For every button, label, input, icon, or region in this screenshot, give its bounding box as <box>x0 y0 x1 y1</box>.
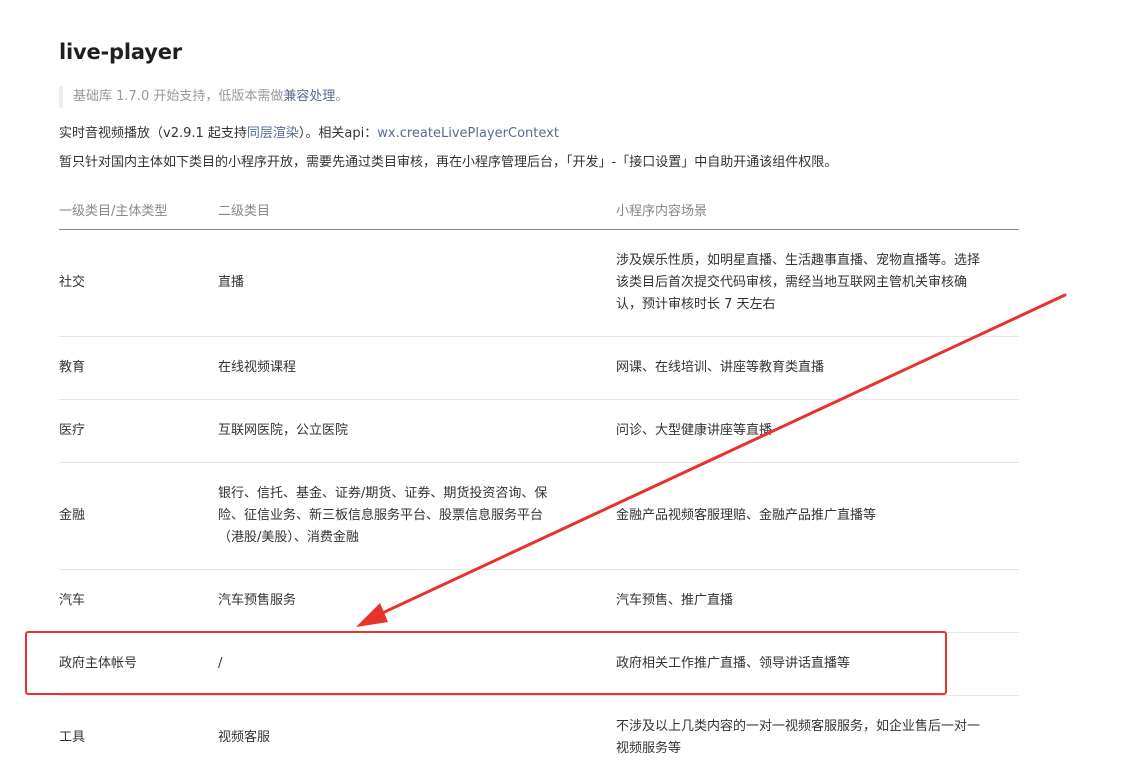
cell-level1: 汽车 <box>59 593 86 608</box>
desc1-middle: ）。相关api： <box>298 126 378 141</box>
table-row: 汽车 汽车预售服务 汽车预售、推广直播 <box>59 570 1019 633</box>
cell-level2-line: 险、征信业务、新三板信息服务平台、股票信息服务平台 <box>218 508 544 523</box>
cell-level1: 医疗 <box>59 423 86 438</box>
api-link[interactable]: wx.createLivePlayerContext <box>377 126 559 141</box>
table-row: 社交 直播 涉及娱乐性质，如明星直播、生活趣事直播、宠物直播等。选择 该类目后首… <box>59 230 1019 337</box>
cell-scene-line: 该类目后首次提交代码审核，需经当地互联网主管机关审核确 <box>616 275 968 290</box>
cell-level1: 教育 <box>59 360 86 375</box>
cell-level2: 视频客服 <box>218 730 271 745</box>
cell-scene-line: 涉及娱乐性质，如明星直播、生活趣事直播、宠物直播等。选择 <box>616 253 981 268</box>
cell-level1: 金融 <box>59 508 86 523</box>
cell-level2-line: （港股/美股）、消费金融 <box>218 530 359 545</box>
cell-scene: 网课、在线培训、讲座等教育类直播 <box>616 360 825 375</box>
cell-level2: 在线视频课程 <box>218 360 297 375</box>
tip-suffix: 。 <box>335 89 349 104</box>
table-row: 医疗 互联网医院，公立医院 问诊、大型健康讲座等直播 <box>59 400 1019 463</box>
cell-scene-line: 不涉及以上几类内容的一对一视频客服服务，如企业售后一对一 <box>616 719 981 734</box>
cell-level1: 社交 <box>59 275 86 290</box>
table-row: 金融 银行、信托、基金、证券/期货、证券、期货投资咨询、保 险、征信业务、新三板… <box>59 463 1019 570</box>
category-table: 一级类目/主体类型 二级类目 小程序内容场景 社交 直播 涉及娱乐性质，如明星直… <box>59 188 1019 778</box>
version-tip: 基础库 1.7.0 开始支持，低版本需做兼容处理。 <box>59 86 348 108</box>
cell-level2: 互联网医院，公立医院 <box>218 423 349 438</box>
cell-scene-line: 认，预计审核时长 7 天左右 <box>616 297 776 312</box>
cell-level1: 政府主体帐号 <box>59 656 138 671</box>
same-layer-render-link[interactable]: 同层渲染 <box>247 126 299 141</box>
compat-link[interactable]: 兼容处理 <box>283 89 335 104</box>
cell-scene: 金融产品视频客服理赔、金融产品推广直播等 <box>616 508 877 523</box>
table-row: 工具 视频客服 不涉及以上几类内容的一对一视频客服服务，如企业售后一对一 视频服… <box>59 696 1019 778</box>
table-row: 教育 在线视频课程 网课、在线培训、讲座等教育类直播 <box>59 337 1019 400</box>
cell-level2: 汽车预售服务 <box>218 593 297 608</box>
description-line-1: 实时音视频播放（v2.9.1 起支持同层渲染）。相关api：wx.createL… <box>59 123 559 145</box>
tip-text: 基础库 1.7.0 开始支持，低版本需做 <box>73 89 284 104</box>
header-scene: 小程序内容场景 <box>616 204 708 219</box>
cell-level2: / <box>218 656 223 671</box>
cell-scene: 汽车预售、推广直播 <box>616 593 734 608</box>
cell-level1: 工具 <box>59 730 86 745</box>
page: live-player 基础库 1.7.0 开始支持，低版本需做兼容处理。 实时… <box>0 0 1142 778</box>
header-level2: 二级类目 <box>218 204 271 219</box>
cell-scene: 问诊、大型健康讲座等直播 <box>616 423 773 438</box>
cell-scene: 涉及娱乐性质，如明星直播、生活趣事直播、宠物直播等。选择 该类目后首次提交代码审… <box>616 250 1016 316</box>
table-header: 一级类目/主体类型 二级类目 小程序内容场景 <box>59 188 1019 230</box>
header-level1: 一级类目/主体类型 <box>59 204 168 219</box>
page-title: live-player <box>59 40 182 64</box>
cell-level2: 银行、信托、基金、证券/期货、证券、期货投资咨询、保 险、征信业务、新三板信息服… <box>218 483 588 549</box>
cell-scene: 不涉及以上几类内容的一对一视频客服服务，如企业售后一对一 视频服务等 <box>616 716 1016 760</box>
cell-level2-line: 银行、信托、基金、证券/期货、证券、期货投资咨询、保 <box>218 486 548 501</box>
cell-scene-line: 视频服务等 <box>616 741 682 756</box>
desc1-prefix: 实时音视频播放（v2.9.1 起支持 <box>59 126 247 141</box>
cell-level2: 直播 <box>218 275 245 290</box>
cell-scene: 政府相关工作推广直播、领导讲话直播等 <box>616 656 851 671</box>
description-line-2: 暂只针对国内主体如下类目的小程序开放，需要先通过类目审核，再在小程序管理后台，「… <box>59 155 838 170</box>
table-row-government: 政府主体帐号 / 政府相关工作推广直播、领导讲话直播等 <box>59 633 1019 696</box>
